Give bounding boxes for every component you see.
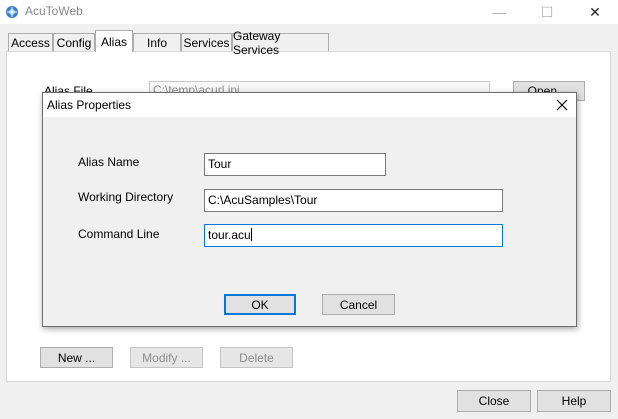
dialog-body: Alias Name Tour Working Directory C:\Acu… xyxy=(43,117,576,326)
alias-name-label: Alias Name xyxy=(78,155,140,169)
tab-access[interactable]: Access xyxy=(8,33,53,51)
close-icon xyxy=(556,99,568,111)
text-caret xyxy=(250,228,252,241)
tab-gateway-services[interactable]: Gateway Services xyxy=(232,29,329,57)
minimize-button[interactable]: — xyxy=(476,0,522,24)
working-directory-input[interactable]: C:\AcuSamples\Tour xyxy=(204,189,503,212)
command-line-value: tour.acu xyxy=(208,228,251,242)
help-button[interactable]: Help xyxy=(537,390,611,412)
app-icon xyxy=(6,6,18,18)
tab-config[interactable]: Config xyxy=(53,33,95,51)
window-title: AcuToWeb xyxy=(25,4,83,18)
alias-properties-dialog: Alias Properties Alias Name Tour Working… xyxy=(42,92,577,327)
delete-alias-button[interactable]: Delete xyxy=(220,347,293,368)
command-line-input[interactable]: tour.acu xyxy=(204,224,503,247)
ok-button[interactable]: OK xyxy=(224,294,296,315)
working-directory-label: Working Directory xyxy=(78,190,174,204)
minimize-icon: — xyxy=(492,4,506,20)
close-icon: ✕ xyxy=(589,3,601,20)
alias-name-input[interactable]: Tour xyxy=(204,153,386,176)
maximize-icon: ☐ xyxy=(540,3,554,20)
new-alias-button[interactable]: New ... xyxy=(40,347,113,368)
tab-services[interactable]: Services xyxy=(181,33,232,51)
dialog-close-button[interactable] xyxy=(548,93,576,117)
cancel-button[interactable]: Cancel xyxy=(322,294,395,315)
tab-alias[interactable]: Alias xyxy=(95,30,133,52)
modify-alias-button[interactable]: Modify ... xyxy=(130,347,203,368)
tab-info[interactable]: Info xyxy=(133,33,181,51)
command-line-label: Command Line xyxy=(78,227,160,241)
maximize-button[interactable]: ☐ xyxy=(524,0,570,24)
dialog-title: Alias Properties xyxy=(47,98,132,112)
close-button[interactable]: Close xyxy=(457,390,531,412)
window-close-button[interactable]: ✕ xyxy=(572,0,618,24)
